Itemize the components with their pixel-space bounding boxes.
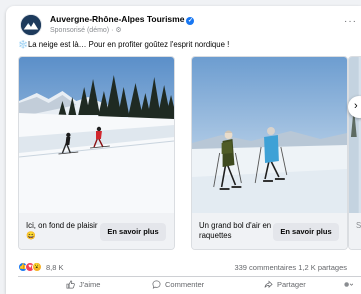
card-footer: Un grand bol d'air en raquettes En savoi… — [192, 213, 347, 249]
page-name[interactable]: Auvergne-Rhône-Alpes Tourisme ✓ — [50, 14, 195, 25]
post-actions: J'aime Commenter Partager — [18, 280, 361, 294]
chevron-right-icon: › — [354, 100, 358, 112]
thumbs-up-icon — [66, 280, 75, 289]
carousel: Ici, on fond de plaisir 😄 En savoir plus — [18, 56, 361, 256]
post-card: Auvergne-Rhône-Alpes Tourisme ✓ Sponsoris… — [6, 6, 361, 294]
like-button[interactable]: J'aime — [66, 280, 100, 289]
comment-button[interactable]: Commenter — [152, 280, 204, 289]
card-image-skiing[interactable] — [19, 57, 174, 213]
post-stats: 👍 ♥ 😮 8,8 K 339 commentaires 1,2 K parta… — [18, 262, 361, 274]
page-avatar[interactable] — [20, 14, 42, 36]
more-options-icon[interactable]: ··· — [344, 16, 357, 27]
card-title: Un grand bol d'air en raquettes — [199, 221, 272, 240]
page-logo-icon — [21, 15, 41, 35]
comment-icon — [152, 280, 161, 289]
card-title: Ici, on fond de plaisir 😄 — [26, 221, 98, 240]
like-label: J'aime — [79, 280, 101, 289]
share-button[interactable]: Partager — [264, 280, 306, 289]
reactions-count[interactable]: 8,8 K — [46, 263, 64, 272]
card-title: Si — [356, 221, 361, 230]
comments-shares-count[interactable]: 339 commentaires 1,2 K partages — [234, 263, 347, 272]
card-image-partial[interactable] — [349, 57, 361, 213]
snowflake-emoji: ❄️ — [18, 40, 28, 49]
post-meta: Sponsorisé (démo) · ⚙ — [50, 27, 122, 34]
learn-more-button[interactable]: En savoir plus — [273, 223, 339, 241]
verified-badge-icon: ✓ — [186, 17, 195, 25]
post-caption: ❄️La neige est là… Pour en profiter goût… — [18, 40, 229, 49]
carousel-card-1[interactable]: Ici, on fond de plaisir 😄 En savoir plus — [18, 56, 175, 250]
carousel-card-3-partial[interactable]: Si — [348, 56, 361, 250]
partial-photo — [349, 57, 361, 213]
carousel-card-2[interactable]: Un grand bol d'air en raquettes En savoi… — [191, 56, 348, 250]
card-footer: Si — [349, 213, 361, 249]
snowshoeing-photo — [192, 57, 347, 213]
skiing-photo — [19, 57, 174, 213]
learn-more-button[interactable]: En savoir plus — [100, 223, 166, 241]
caption-text: La neige est là… Pour en profiter goûtez… — [27, 40, 230, 49]
share-label: Partager — [277, 280, 306, 289]
card-image-snowshoeing[interactable] — [192, 57, 347, 213]
divider — [18, 276, 361, 277]
card-footer: Ici, on fond de plaisir 😄 En savoir plus — [19, 213, 174, 249]
post-header: Auvergne-Rhône-Alpes Tourisme ✓ Sponsoris… — [20, 12, 361, 40]
audience-selector[interactable] — [344, 280, 357, 289]
comment-label: Commenter — [165, 280, 205, 289]
share-icon — [264, 280, 273, 289]
wow-reaction-icon: 😮 — [32, 262, 42, 272]
profile-chevron-icon — [344, 282, 353, 287]
